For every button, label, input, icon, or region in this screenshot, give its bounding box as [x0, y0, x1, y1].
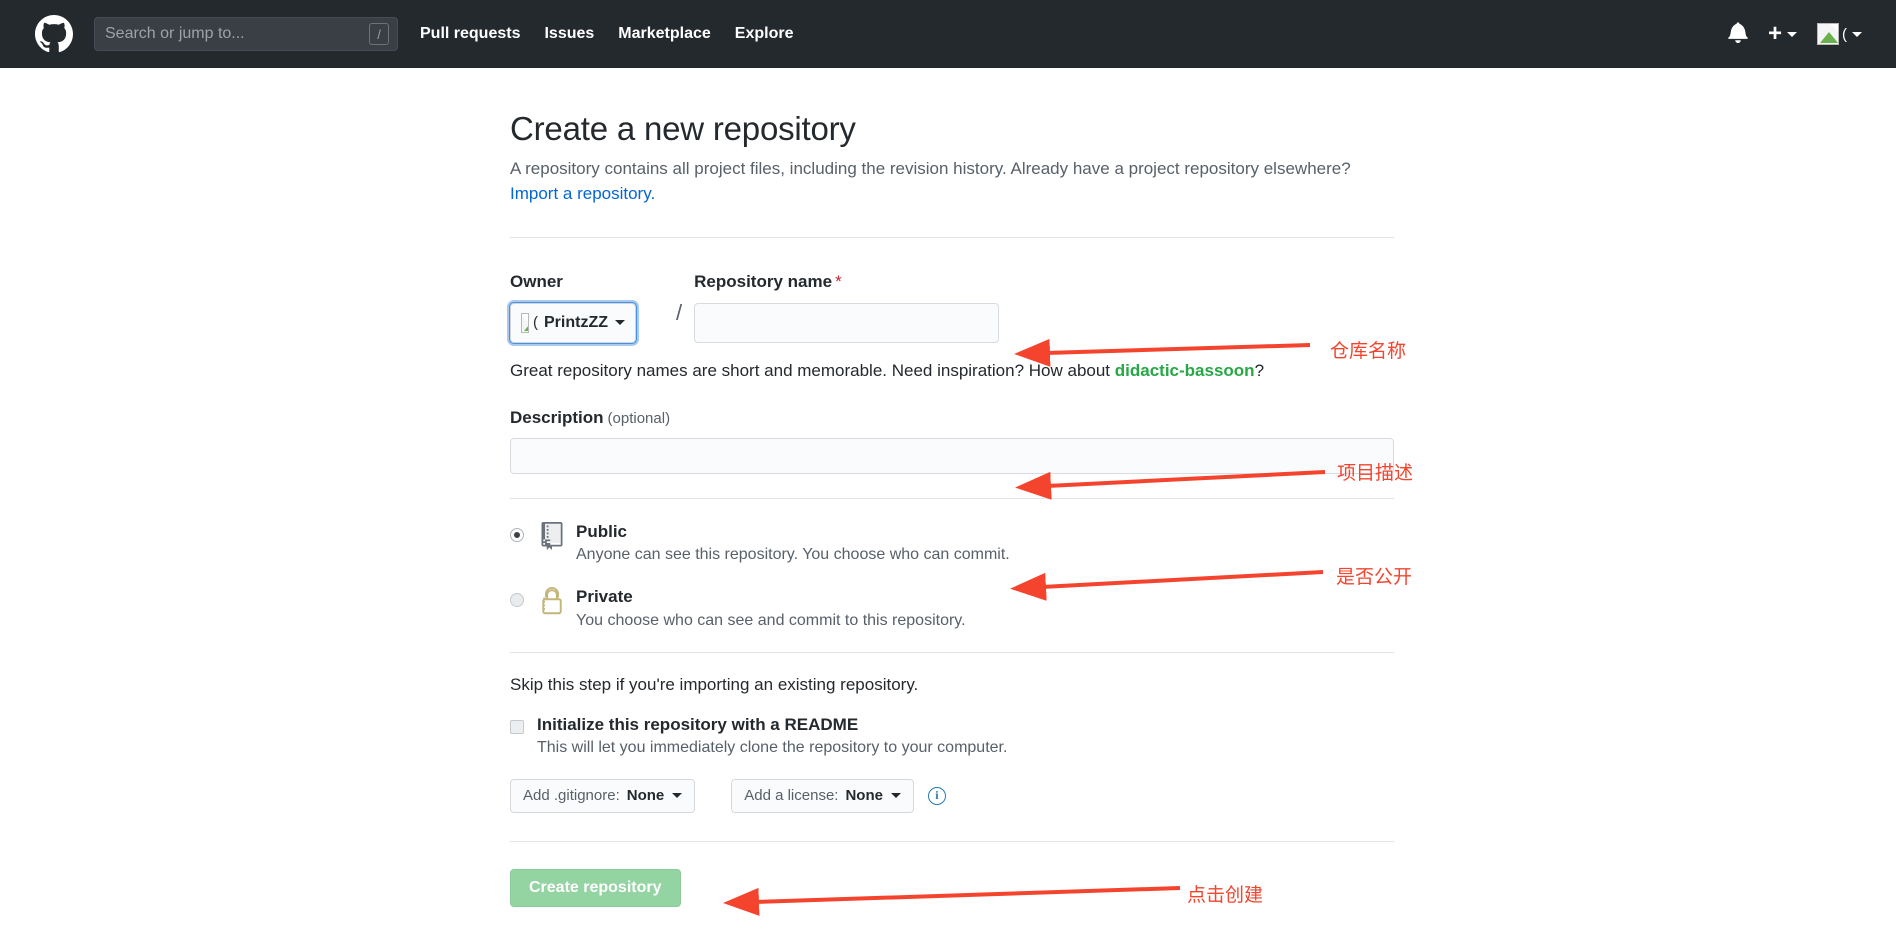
chevron-down-icon	[615, 320, 625, 326]
readme-label: Initialize this repository with a README	[537, 714, 859, 734]
visibility-option-private[interactable]: Private You choose who can see and commi…	[510, 586, 1394, 629]
description-label: Description (optional)	[510, 408, 1394, 428]
owner-avatar-alt: (	[533, 314, 538, 332]
import-repository-link[interactable]: Import a repository.	[510, 184, 655, 203]
hint-before: Great repository names are short and mem…	[510, 360, 1115, 380]
divider	[510, 651, 1394, 653]
visibility-private-text: Private You choose who can see and commi…	[576, 586, 966, 629]
gitignore-lead: Add .gitignore:	[523, 787, 620, 805]
visibility-options: Public Anyone can see this repository. Y…	[510, 521, 1394, 630]
chevron-down-icon	[1787, 31, 1797, 37]
annotation-label-description: 项目描述	[1337, 462, 1414, 484]
user-menu[interactable]: (	[1817, 23, 1862, 45]
initialize-section: Skip this step if you're importing an ex…	[510, 675, 1394, 813]
divider	[510, 498, 1394, 500]
nav-issues[interactable]: Issues	[544, 25, 594, 43]
repository-name-field: Repository name *	[694, 272, 1394, 343]
owner-select[interactable]: ( PrintzZZ	[509, 301, 637, 344]
chevron-down-icon	[1852, 31, 1862, 37]
header-right-actions: + (	[1728, 21, 1876, 48]
license-value: None	[845, 787, 883, 805]
new-repo-form: Create a new repository A repository con…	[509, 68, 1394, 907]
annotation-label-repo-name: 仓库名称	[1330, 340, 1407, 362]
visibility-public-text: Public Anyone can see this repository. Y…	[576, 521, 1010, 564]
repository-name-label: Repository name *	[694, 272, 1394, 292]
readme-checkbox-row[interactable]: Initialize this repository with a README…	[510, 715, 1394, 757]
avatar	[1817, 23, 1839, 45]
checkbox-readme[interactable]	[510, 719, 524, 734]
suggested-name[interactable]: didactic-bassoon	[1115, 361, 1255, 380]
radio-private[interactable]	[510, 593, 524, 608]
owner-field: Owner ( PrintzZZ	[509, 272, 664, 344]
repo-book-icon	[537, 521, 567, 551]
radio-public[interactable]	[510, 528, 524, 543]
visibility-private-title: Private	[576, 587, 633, 607]
skip-step-text: Skip this step if you're importing an ex…	[510, 674, 919, 694]
chevron-down-icon	[890, 793, 901, 799]
search-box[interactable]: /	[94, 17, 398, 51]
lock-icon	[537, 586, 567, 616]
create-repository-button[interactable]: Create repository	[510, 868, 681, 907]
visibility-public-title: Public	[576, 522, 628, 542]
readme-desc: This will let you immediately clone the …	[537, 738, 1008, 756]
bell-icon[interactable]	[1728, 21, 1748, 48]
hint-after: ?	[1254, 360, 1265, 380]
chevron-down-icon	[672, 793, 683, 799]
gitignore-dropdown[interactable]: Add .gitignore: None	[510, 778, 696, 813]
description-field: Description (optional)	[510, 408, 1394, 475]
required-marker: *	[835, 272, 842, 292]
divider	[510, 840, 1394, 842]
info-circle-icon[interactable]: i	[927, 786, 946, 805]
owner-selected-value: PrintzZZ	[544, 313, 608, 331]
owner-name-separator: /	[676, 300, 683, 326]
gitignore-value: None	[626, 787, 665, 805]
page-title: Create a new repository	[510, 110, 856, 147]
plus-icon: +	[1767, 20, 1782, 47]
nav-explore[interactable]: Explore	[735, 25, 794, 43]
create-new-menu[interactable]: +	[1768, 22, 1797, 46]
search-input[interactable]	[105, 25, 369, 43]
nav-pull-requests[interactable]: Pull requests	[420, 25, 520, 43]
avatar-alt-text: (	[1842, 25, 1847, 43]
page-subtitle: A repository contains all project files,…	[510, 157, 1394, 206]
owner-and-name-row: Owner ( PrintzZZ / Repository name *	[509, 272, 1394, 344]
broken-image-icon	[521, 312, 529, 333]
description-label-text: Description	[510, 407, 604, 427]
annotation-label-create: 点击创建	[1187, 884, 1264, 906]
primary-nav: Pull requests Issues Marketplace Explore	[420, 25, 793, 43]
description-optional-note: (optional)	[607, 409, 671, 427]
annotation-label-visibility: 是否公开	[1336, 566, 1413, 588]
owner-label: Owner	[510, 272, 563, 292]
nav-marketplace[interactable]: Marketplace	[618, 25, 711, 43]
repository-name-input[interactable]	[694, 302, 1000, 343]
search-shortcut-badge: /	[369, 23, 389, 45]
license-lead: Add a license:	[744, 787, 839, 805]
global-header: / Pull requests Issues Marketplace Explo…	[0, 0, 1896, 68]
visibility-option-public[interactable]: Public Anyone can see this repository. Y…	[510, 521, 1394, 564]
description-input[interactable]	[510, 438, 1394, 475]
page-subtitle-text: A repository contains all project files,…	[510, 159, 1351, 178]
visibility-public-desc: Anyone can see this repository. You choo…	[576, 546, 1010, 564]
readme-text: Initialize this repository with a README…	[537, 715, 1007, 757]
repository-name-hint: Great repository names are short and mem…	[510, 361, 1394, 381]
visibility-private-desc: You choose who can see and commit to thi…	[576, 611, 966, 629]
template-dropdowns: Add .gitignore: None Add a license: None…	[510, 778, 1394, 813]
license-dropdown[interactable]: Add a license: None	[731, 778, 914, 813]
repository-name-label-text: Repository name	[694, 272, 833, 292]
divider	[510, 237, 1394, 239]
github-mark-icon[interactable]	[34, 14, 74, 54]
